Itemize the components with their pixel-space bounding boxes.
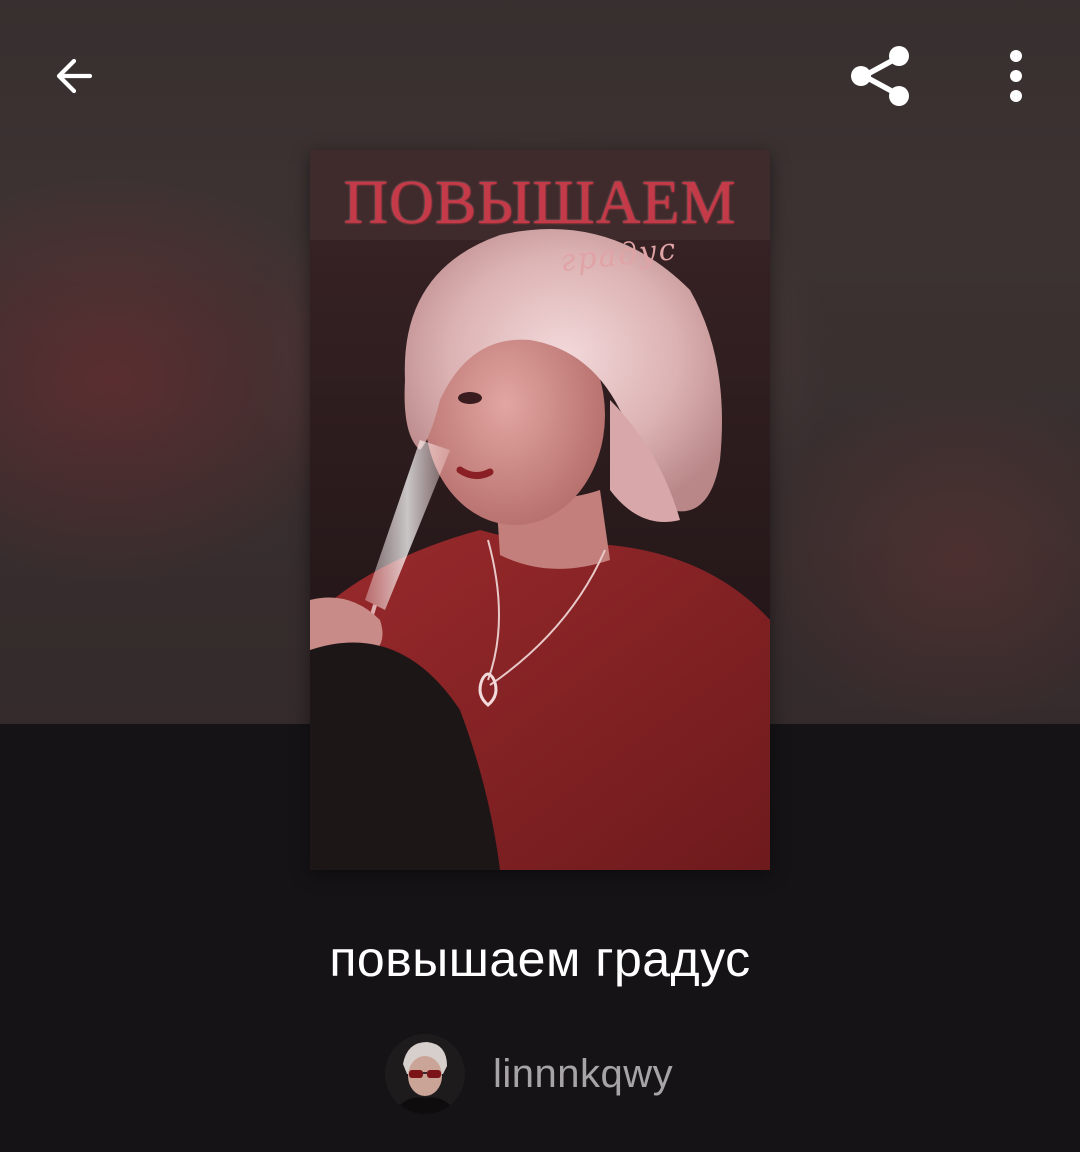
book-cover[interactable]: ПОВЫШАЕМ градус [310,150,770,870]
cover-title-text: ПОВЫШАЕМ [343,169,737,237]
share-icon [851,46,909,106]
back-button[interactable] [34,36,114,116]
avatar-image [385,1034,465,1114]
more-vertical-icon [1010,50,1022,102]
author-link[interactable]: linnnkqwy [385,1034,673,1114]
cover-artwork [310,150,770,870]
arrow-left-icon [56,58,93,94]
book-title: повышаем градус [329,931,751,987]
author-avatar[interactable] [385,1034,465,1114]
book-details-screen: ПОВЫШАЕМ градус повышаем градус linnnkqw… [0,0,1080,1152]
more-options-button[interactable] [986,40,1046,112]
top-app-bar [0,0,1080,150]
author-name: linnnkqwy [493,1051,674,1096]
share-button[interactable] [838,36,922,116]
